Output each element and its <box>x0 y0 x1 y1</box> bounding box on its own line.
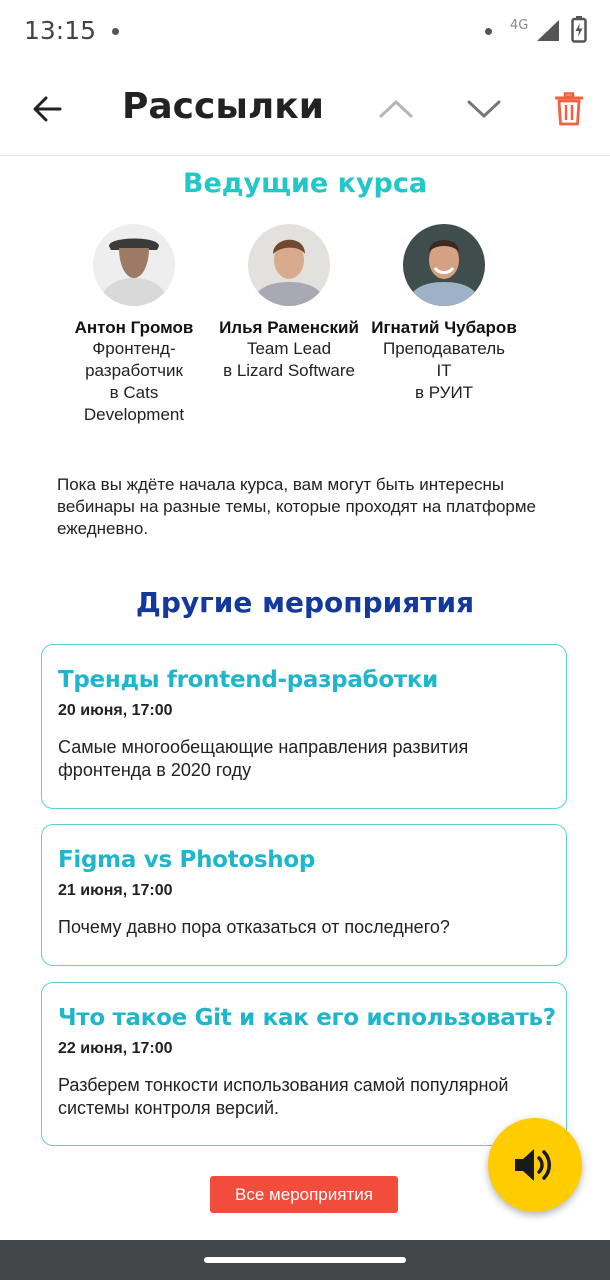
event-title: Figma vs Photoshop <box>58 847 316 873</box>
host-name: Антон Громов <box>74 318 194 337</box>
next-button[interactable] <box>460 86 508 132</box>
page-title: Рассылки <box>122 86 324 127</box>
host-role: Team Lead в Lizard Software <box>223 339 355 380</box>
chevron-up-icon <box>379 100 413 118</box>
intro-text: Пока вы ждёте начала курса, вам могут бы… <box>57 475 536 538</box>
event-title: Что такое Git и как его использовать? <box>58 1005 556 1031</box>
event-date: 21 июня, 17:00 <box>58 882 173 899</box>
chevron-down-icon <box>467 100 501 118</box>
notification-dot-icon <box>485 28 492 35</box>
host-avatar <box>248 224 330 306</box>
host-role: Фронтенд- разработчик в Cats Development <box>83 339 185 424</box>
status-bar: 13:15 4G <box>0 0 610 64</box>
host-card: Илья Раменский Team Lead в Lizard Softwa… <box>209 224 369 382</box>
host-card: Антон Громов Фронтенд- разработчик в Cat… <box>54 224 214 426</box>
host-avatar <box>93 224 175 306</box>
host-card: Игнатий Чубаров Преподаватель IT в РУИТ <box>364 224 524 404</box>
system-nav-bar <box>0 1240 610 1280</box>
event-title: Тренды frontend-разработки <box>58 667 438 693</box>
signal-icon <box>537 20 559 41</box>
back-arrow-icon <box>33 96 62 122</box>
status-time: 13:15 <box>24 16 97 45</box>
host-name: Илья Раменский <box>219 318 359 337</box>
hosts-section-title: Ведущие курса <box>182 168 428 199</box>
events-section-title: Другие мероприятия <box>135 586 475 619</box>
all-events-button[interactable]: Все мероприятия <box>210 1176 398 1213</box>
delete-button[interactable] <box>546 86 592 132</box>
host-role: Преподаватель IT в РУИТ <box>383 339 505 402</box>
home-gesture-pill[interactable] <box>204 1257 406 1263</box>
trash-icon <box>555 92 583 126</box>
notification-dot-icon <box>112 28 119 35</box>
event-description: Самые многообещающие направления развити… <box>58 737 469 780</box>
audio-fab-button[interactable] <box>488 1118 582 1212</box>
app-bar: Рассылки <box>0 64 610 156</box>
host-avatar <box>403 224 485 306</box>
event-date: 22 июня, 17:00 <box>58 1040 173 1057</box>
event-description: Почему давно пора отказаться от последне… <box>58 917 450 937</box>
back-button[interactable] <box>22 86 72 132</box>
event-date: 20 июня, 17:00 <box>58 702 173 719</box>
event-card[interactable]: Тренды frontend-разработки 20 июня, 17:0… <box>41 644 567 809</box>
event-description: Разберем тонкости использования самой по… <box>58 1075 509 1118</box>
speaker-icon <box>515 1149 551 1181</box>
event-card[interactable]: Figma vs Photoshop 21 июня, 17:00 Почему… <box>41 824 567 966</box>
host-name: Игнатий Чубаров <box>371 318 517 337</box>
previous-button[interactable] <box>372 86 420 132</box>
network-type: 4G <box>510 18 529 33</box>
battery-charging-icon <box>571 16 587 43</box>
event-card[interactable]: Что такое Git и как его использовать? 22… <box>41 982 567 1146</box>
